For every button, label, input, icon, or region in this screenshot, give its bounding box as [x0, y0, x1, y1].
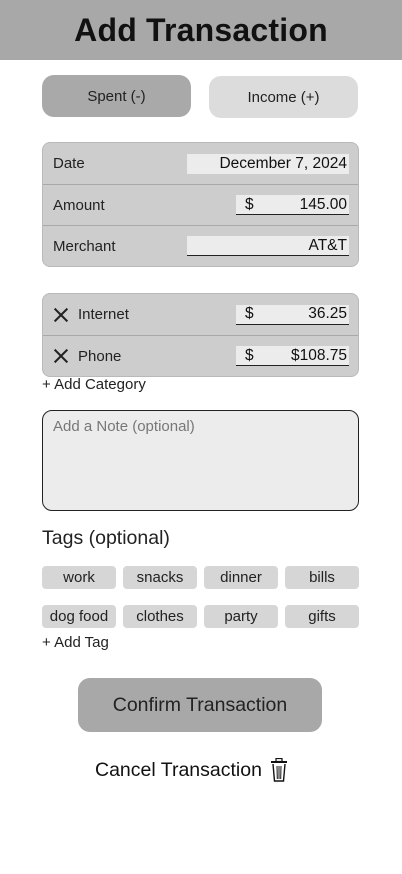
date-value: December 7, 2024 — [219, 154, 347, 172]
tag-chip[interactable]: snacks — [123, 566, 197, 589]
category-amount-field[interactable]: $ 36.25 — [236, 304, 349, 325]
trash-icon — [270, 758, 287, 782]
tag-chip[interactable]: bills — [285, 566, 359, 589]
category-row: Phone $ $108.75 — [43, 335, 358, 376]
categories-card: Internet $ 36.25 Phone $ $108.75 — [42, 293, 359, 377]
category-name: Phone — [78, 347, 122, 365]
amount-field[interactable]: $ 145.00 — [236, 195, 349, 215]
tag-chip[interactable]: dinner — [204, 566, 278, 589]
category-name: Internet — [78, 306, 129, 323]
date-field[interactable]: December 7, 2024 — [187, 153, 349, 174]
header-bar: Add Transaction — [0, 0, 402, 60]
category-currency: $ — [245, 346, 254, 364]
category-amount: $108.75 — [290, 346, 347, 364]
category-currency: $ — [245, 305, 254, 322]
tag-chip[interactable]: clothes — [123, 605, 197, 628]
transaction-details-card: Date December 7, 2024 Amount $ 145.00 Me… — [42, 142, 359, 267]
merchant-label: Merchant — [53, 237, 116, 255]
amount-row: Amount $ 145.00 — [43, 184, 358, 225]
note-input[interactable] — [42, 410, 359, 511]
date-row: Date December 7, 2024 — [43, 143, 358, 184]
spent-toggle-button[interactable]: Spent (-) — [42, 75, 191, 117]
income-toggle-button[interactable]: Income (+) — [209, 76, 358, 118]
cancel-label: Cancel Transaction — [95, 758, 262, 781]
close-icon[interactable] — [53, 307, 69, 323]
add-tag-link[interactable]: + Add Tag — [42, 634, 109, 651]
merchant-row: Merchant AT&T — [43, 225, 358, 266]
amount-currency: $ — [245, 195, 254, 213]
add-category-link[interactable]: + Add Category — [42, 376, 146, 393]
tags-heading: Tags (optional) — [42, 527, 170, 549]
close-icon[interactable] — [53, 348, 69, 364]
confirm-transaction-button[interactable]: Confirm Transaction — [78, 678, 322, 732]
tag-chip[interactable]: work — [42, 566, 116, 589]
tag-chip[interactable]: gifts — [285, 605, 359, 628]
amount-value: 145.00 — [299, 195, 347, 213]
cancel-transaction-button[interactable]: Cancel Transaction — [95, 756, 288, 784]
page-title: Add Transaction — [74, 11, 328, 48]
category-amount: 36.25 — [308, 305, 347, 322]
category-row: Internet $ 36.25 — [43, 294, 358, 335]
merchant-value: AT&T — [308, 236, 347, 254]
spent-toggle-label: Spent (-) — [87, 87, 146, 105]
merchant-field[interactable]: AT&T — [187, 236, 349, 256]
date-label: Date — [53, 155, 85, 172]
category-amount-field[interactable]: $ $108.75 — [236, 346, 349, 366]
tag-chip[interactable]: dog food — [42, 605, 116, 628]
confirm-label: Confirm Transaction — [112, 693, 288, 716]
income-toggle-label: Income (+) — [247, 88, 320, 106]
tag-chip[interactable]: party — [204, 605, 278, 628]
amount-label: Amount — [53, 196, 105, 214]
